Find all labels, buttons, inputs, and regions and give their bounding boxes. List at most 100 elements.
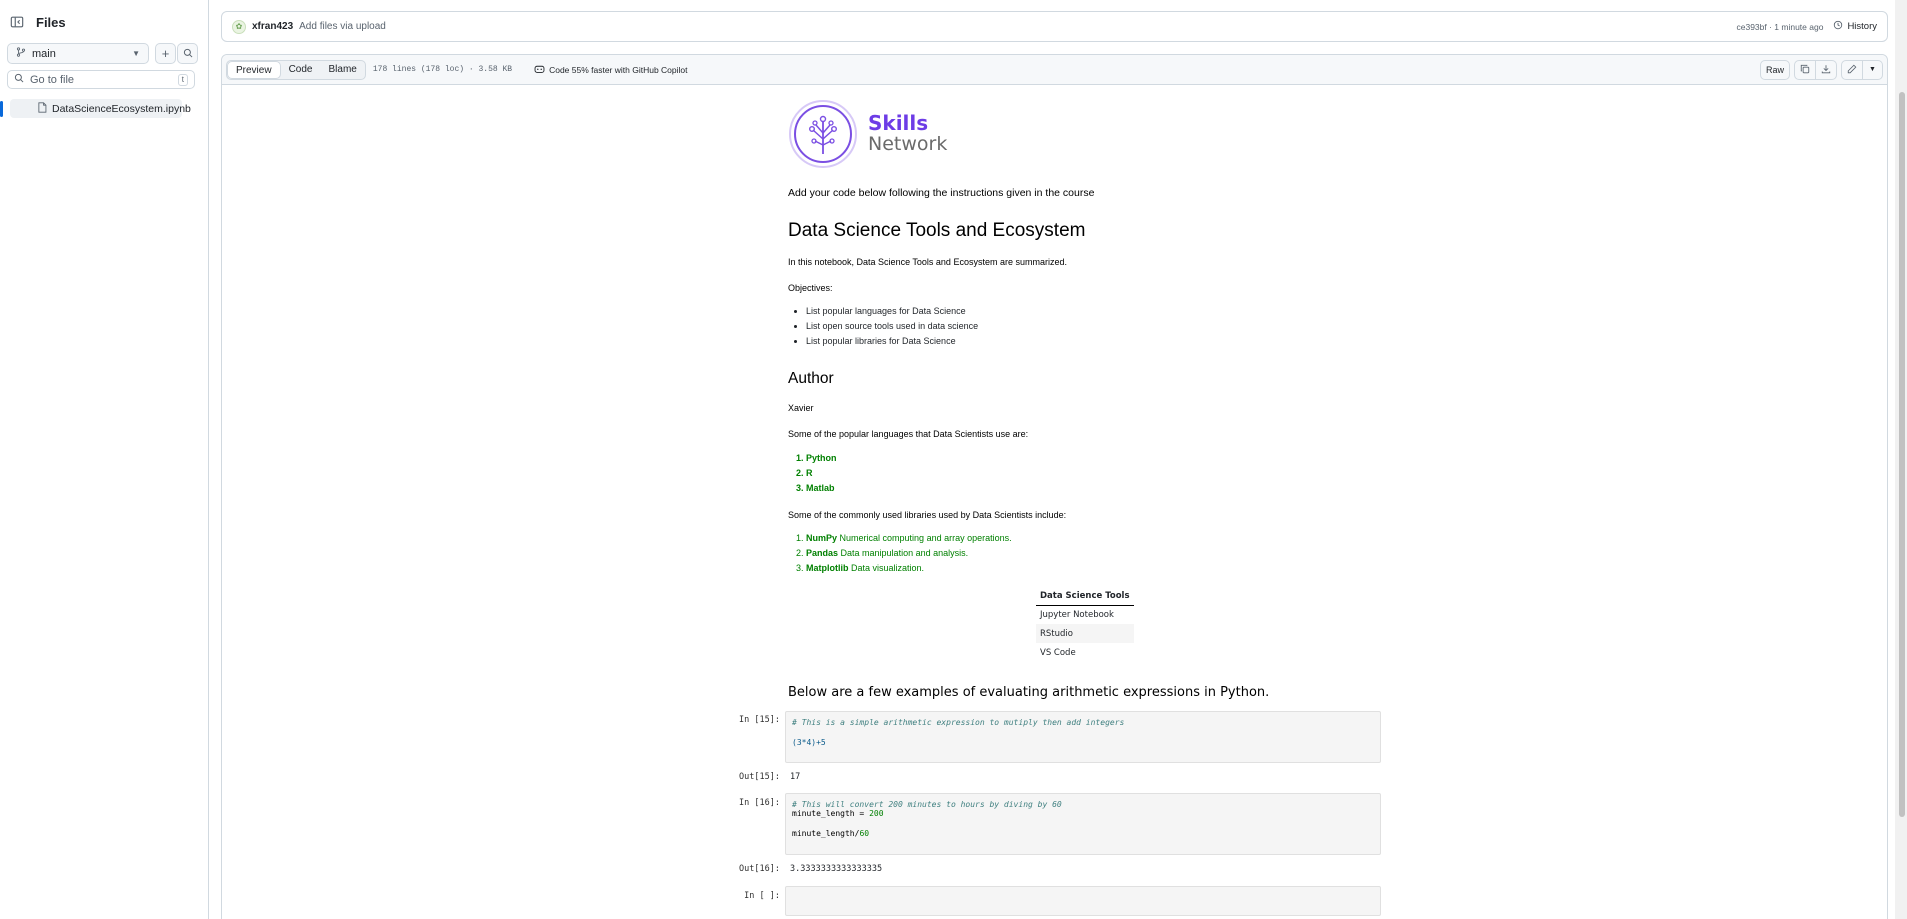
- tab-preview[interactable]: Preview: [227, 60, 281, 79]
- libraries-intro: Some of the commonly used libraries used…: [788, 510, 1067, 520]
- copilot-promo[interactable]: Code 55% faster with GitHub Copilot: [534, 64, 688, 76]
- history-button[interactable]: History: [1833, 20, 1877, 33]
- copilot-promo-label: Code 55% faster with GitHub Copilot: [549, 64, 688, 75]
- skills-network-logo: Skills Network: [788, 97, 1388, 171]
- table-cell: VS Code: [1040, 647, 1076, 658]
- chevron-down-icon: ▼: [132, 49, 140, 58]
- list-item: Matplotlib Data visualization.: [806, 563, 1012, 578]
- sidebar-header: Files: [8, 12, 66, 32]
- logo-text-network: Network: [868, 133, 948, 155]
- summary-text: In this notebook, Data Science Tools and…: [788, 257, 1067, 267]
- sidebar-collapse-icon[interactable]: [8, 13, 26, 31]
- code-line: minute_length = 200: [792, 809, 1374, 818]
- library-desc: Numerical computing and array operations…: [839, 533, 1012, 543]
- objectives-label: Objectives:: [788, 283, 833, 293]
- copy-raw-button[interactable]: [1794, 59, 1816, 80]
- keyboard-shortcut-hint: t: [177, 73, 188, 86]
- file-toolbar: Preview Code Blame 178 lines (178 loc) ·…: [222, 55, 1887, 85]
- download-icon: [1821, 64, 1831, 76]
- list-item: Pandas Data manipulation and analysis.: [806, 548, 1012, 563]
- copy-icon: [1800, 64, 1810, 76]
- library-name: Pandas: [806, 548, 839, 558]
- go-to-file-placeholder: Go to file: [30, 73, 75, 86]
- examples-heading: Below are a few examples of evaluating a…: [788, 685, 1270, 700]
- view-mode-tabs: Preview Code Blame: [226, 59, 366, 80]
- code-line: (3*4)+5: [792, 738, 1374, 747]
- list-item: List popular libraries for Data Science: [806, 336, 978, 351]
- go-to-file-input[interactable]: Go to file t: [7, 70, 195, 89]
- history-icon: [1833, 20, 1843, 33]
- code-number: 200: [869, 809, 884, 818]
- notebook-render: Skills Network: [788, 97, 1388, 171]
- sidebar-title: Files: [36, 14, 66, 30]
- edit-options-button[interactable]: ▼: [1863, 59, 1883, 80]
- search-icon: [183, 47, 193, 61]
- plus-icon: +: [161, 46, 170, 61]
- active-file-indicator: [0, 101, 3, 117]
- raw-button[interactable]: Raw: [1759, 59, 1790, 80]
- tab-code[interactable]: Code: [281, 61, 321, 79]
- list-item: Matlab: [806, 483, 837, 498]
- input-prompt: In [ ]:: [744, 891, 780, 901]
- file-icon: [37, 101, 47, 116]
- list-item: NumPy Numerical computing and array oper…: [806, 533, 1012, 548]
- output-prompt: Out[15]:: [739, 772, 780, 782]
- code-comment: # This is a simple arithmetic expression…: [792, 718, 1125, 727]
- library-name: Matplotlib: [806, 563, 849, 573]
- library-desc: Data visualization.: [851, 563, 925, 573]
- logo-text-skills: Skills: [868, 111, 929, 135]
- history-label: History: [1847, 21, 1877, 32]
- branch-name: main: [32, 47, 56, 60]
- list-item: List popular languages for Data Science: [806, 306, 978, 321]
- branch-selector[interactable]: main ▼: [7, 43, 149, 64]
- chevron-down-icon: ▼: [1869, 66, 1876, 73]
- cell-output: 3.3333333333333335: [790, 864, 883, 874]
- file-info: 178 lines (178 loc) · 3.58 KB: [372, 65, 513, 74]
- file-tree-sidebar: Files main ▼ + Go to file t DataScienceE…: [0, 0, 209, 919]
- input-prompt: In [16]:: [739, 798, 780, 808]
- intro-text: Add your code below following the instru…: [788, 187, 1095, 199]
- table-cell: Jupyter Notebook: [1040, 609, 1114, 620]
- avatar[interactable]: ✿: [232, 19, 246, 34]
- table-cell: RStudio: [1036, 624, 1134, 643]
- download-button[interactable]: [1816, 59, 1837, 80]
- code-line: minute_length/60: [792, 829, 1374, 838]
- file-tree-item[interactable]: DataScienceEcosystem.ipynb: [10, 99, 191, 118]
- copilot-icon: [534, 64, 545, 76]
- scrollbar-thumb[interactable]: [1899, 92, 1905, 817]
- page-scrollbar[interactable]: [1895, 0, 1907, 919]
- add-file-button[interactable]: +: [155, 43, 176, 64]
- list-item: R: [806, 468, 837, 483]
- edit-button[interactable]: [1841, 59, 1863, 80]
- code-cell[interactable]: # This is a simple arithmetic expression…: [785, 711, 1381, 763]
- library-desc: Data manipulation and analysis.: [840, 548, 969, 558]
- git-branch-icon: [16, 47, 26, 60]
- file-viewer: Preview Code Blame 178 lines (178 loc) ·…: [221, 54, 1888, 919]
- tools-table: Data Science Tools Jupyter Notebook RStu…: [1036, 587, 1134, 662]
- author-heading: Author: [788, 370, 834, 387]
- pencil-icon: [1847, 64, 1857, 76]
- code-cell[interactable]: # This will convert 200 minutes to hours…: [785, 793, 1381, 855]
- file-tree-item-label: DataScienceEcosystem.ipynb: [52, 102, 191, 115]
- tab-blame[interactable]: Blame: [320, 61, 364, 79]
- code-cell[interactable]: [785, 886, 1381, 916]
- library-name: NumPy: [806, 533, 838, 543]
- latest-commit-bar: ✿ xfran423 Add files via upload ce393bf …: [221, 11, 1888, 42]
- code-comment: # This will convert 200 minutes to hours…: [792, 800, 1062, 809]
- table-header: Data Science Tools: [1036, 587, 1134, 606]
- code-text: (3*4)+5: [792, 738, 826, 747]
- commit-message[interactable]: Add files via upload: [299, 21, 386, 32]
- list-item: List open source tools used in data scie…: [806, 321, 978, 336]
- author-name: Xavier: [788, 403, 814, 413]
- notebook-title: Data Science Tools and Ecosystem: [788, 220, 1086, 241]
- search-files-button[interactable]: [177, 43, 198, 64]
- search-icon: [14, 73, 24, 86]
- list-item: Python: [806, 453, 837, 468]
- commit-meta[interactable]: ce393bf · 1 minute ago: [1736, 22, 1823, 32]
- input-prompt: In [15]:: [739, 715, 780, 725]
- cell-output: 17: [790, 772, 801, 782]
- code-text: minute_length/: [792, 829, 860, 838]
- commit-author[interactable]: xfran423: [252, 21, 293, 32]
- output-prompt: Out[16]:: [739, 864, 780, 874]
- languages-intro: Some of the popular languages that Data …: [788, 429, 1029, 439]
